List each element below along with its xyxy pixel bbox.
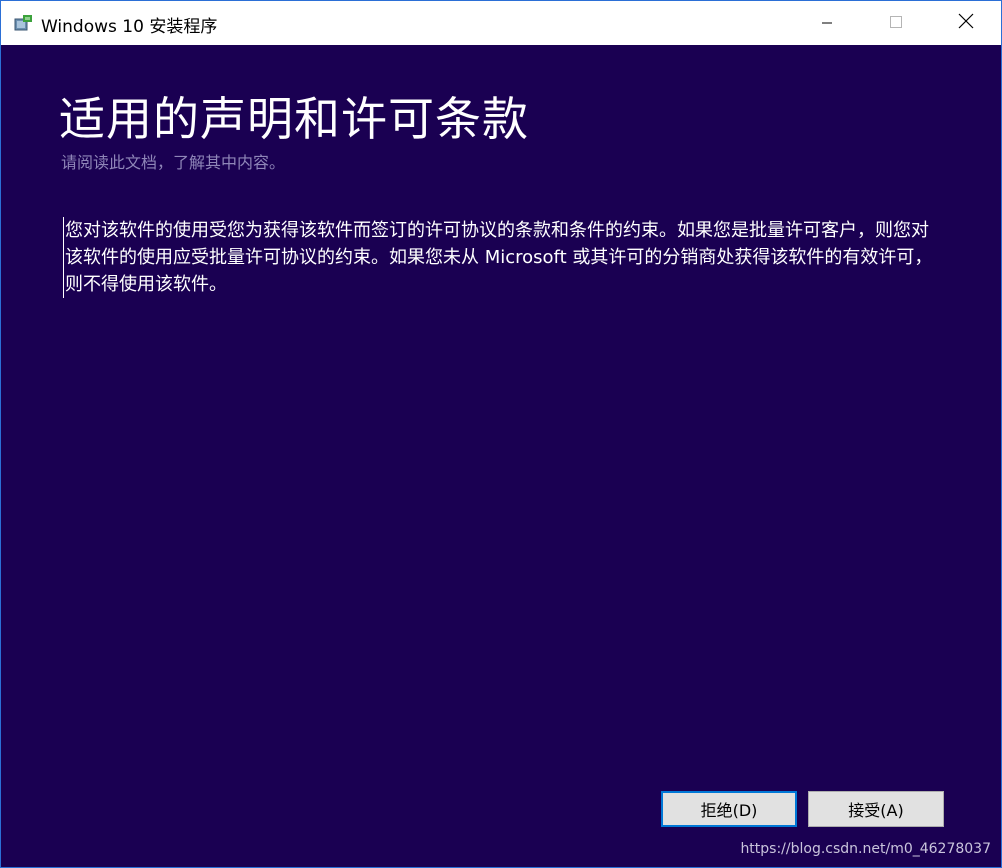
window-title: Windows 10 安装程序 [41,17,218,37]
minimize-button[interactable] [804,1,850,45]
title-bar[interactable]: Windows 10 安装程序 [1,1,1001,45]
page-subtitle: 请阅读此文档，了解其中内容。 [61,153,286,172]
close-icon [958,13,974,33]
watermark-url: https://blog.csdn.net/m0_46278037 [740,841,991,857]
page-title: 适用的声明和许可条款 [59,92,529,146]
minimize-icon [821,14,833,33]
setup-content: 适用的声明和许可条款 请阅读此文档，了解其中内容。 您对该软件的使用受您为获得该… [1,45,1001,867]
decline-button[interactable]: 拒绝(D) [661,791,797,827]
setup-window: Windows 10 安装程序 适用的声明和许可条款 请阅读此文档，了解其中内容… [0,0,1002,868]
close-button[interactable] [943,1,989,45]
maximize-icon [889,14,903,33]
accept-button[interactable]: 接受(A) [808,791,944,827]
license-text[interactable]: 您对该软件的使用受您为获得该软件而签订的许可协议的条款和条件的约束。如果您是批量… [63,217,945,298]
setup-disc-icon [14,13,34,31]
maximize-button[interactable] [873,1,919,45]
